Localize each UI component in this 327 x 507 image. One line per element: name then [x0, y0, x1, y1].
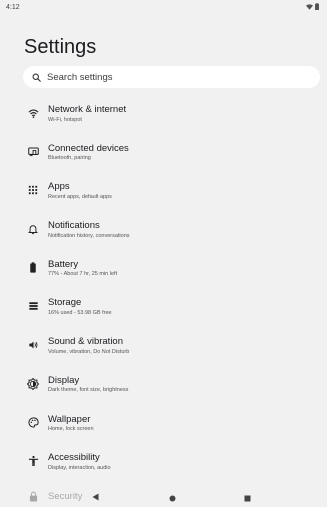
settings-list: Network & internet Wi-Fi, hotspot Connec… [0, 96, 327, 483]
settings-item-network[interactable]: Network & internet Wi-Fi, hotspot [0, 96, 327, 135]
battery-status-icon [315, 3, 319, 10]
accessibility-icon [27, 455, 39, 467]
bell-icon [27, 223, 39, 235]
status-icons [306, 3, 319, 10]
settings-item-sound[interactable]: Sound & vibration Volume, vibration, Do … [0, 328, 327, 367]
wifi-icon [27, 107, 39, 119]
settings-item-title: Notifications [48, 220, 100, 232]
settings-item-title: Sound & vibration [48, 336, 123, 348]
home-button[interactable] [169, 489, 176, 507]
search-input[interactable] [47, 71, 297, 83]
settings-item-subtitle: Bluetooth, pairing [48, 155, 91, 162]
palette-icon [27, 417, 39, 429]
settings-item-wallpaper[interactable]: Wallpaper Home, lock screen [0, 406, 327, 445]
settings-item-storage[interactable]: Storage 16% used - 53.98 GB free [0, 289, 327, 328]
status-bar: 4:12 [0, 0, 327, 16]
navigation-bar [0, 483, 327, 503]
recents-icon [244, 495, 251, 502]
home-icon [169, 495, 176, 502]
settings-item-title: Network & internet [48, 104, 127, 115]
settings-item-battery[interactable]: Battery 77% - About 7 hr, 25 min left [0, 251, 327, 290]
settings-item-subtitle: Home, lock screen [48, 426, 94, 432]
search-icon [32, 73, 41, 82]
settings-item-title: Display [48, 374, 80, 386]
devices-icon [27, 146, 39, 158]
settings-item-title: Wallpaper [48, 413, 91, 425]
settings-item-apps[interactable]: Apps Recent apps, default apps [0, 173, 327, 212]
settings-item-subtitle: Volume, vibration, Do Not Disturb [48, 348, 130, 355]
search-bar[interactable] [23, 66, 320, 88]
settings-item-notifications[interactable]: Notifications Notification history, conv… [0, 212, 327, 251]
settings-item-display[interactable]: Display Dark theme, font size, brightnes… [0, 367, 327, 406]
back-button[interactable] [92, 488, 99, 506]
back-icon [92, 493, 99, 501]
settings-item-accessibility[interactable]: Accessibility Display, interaction, audi… [0, 444, 327, 483]
settings-item-connected-devices[interactable]: Connected devices Bluetooth, pairing [0, 135, 327, 174]
settings-item-title: Accessibility [48, 452, 100, 464]
apps-grid-icon [27, 184, 39, 196]
settings-item-subtitle: Recent apps, default apps [48, 193, 112, 200]
settings-item-subtitle: 77% - About 7 hr, 25 min left [48, 271, 118, 278]
brightness-icon [27, 377, 39, 390]
settings-item-title: Apps [48, 181, 70, 193]
recents-button[interactable] [244, 489, 251, 507]
settings-item-subtitle: Dark theme, font size, brightness [48, 387, 129, 394]
settings-item-subtitle: 16% used - 53.98 GB free [48, 309, 112, 316]
settings-item-title: Storage [48, 297, 82, 309]
storage-icon [27, 300, 39, 312]
battery-icon [27, 262, 39, 274]
settings-item-title: Battery [48, 258, 79, 270]
page-title: Settings [24, 36, 97, 58]
settings-item-subtitle: Notification history, conversations [48, 232, 130, 239]
status-time: 4:12 [6, 4, 20, 11]
settings-item-subtitle: Wi-Fi, hotspot [48, 116, 82, 123]
settings-item-title: Connected devices [48, 142, 129, 154]
wifi-signal-icon [306, 3, 313, 10]
volume-icon [27, 339, 39, 351]
settings-item-subtitle: Display, interaction, audio [48, 464, 111, 471]
